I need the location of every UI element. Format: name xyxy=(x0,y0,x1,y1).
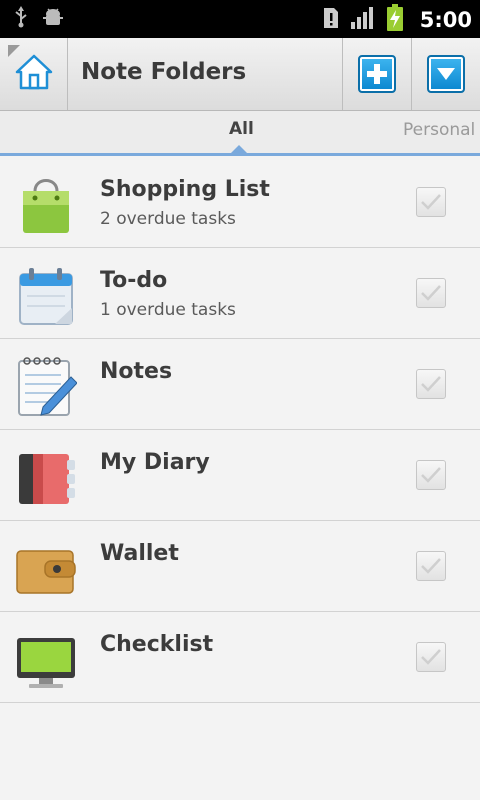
folder-name: To-do xyxy=(100,268,168,293)
shopping-bag-icon xyxy=(15,171,77,237)
check-icon xyxy=(421,649,441,665)
folder-checkbox[interactable] xyxy=(416,278,446,308)
tab-personal[interactable]: Personal xyxy=(403,120,475,140)
usb-icon xyxy=(14,6,28,32)
folder-name: Wallet xyxy=(100,541,179,566)
folder-name: My Diary xyxy=(100,450,210,475)
wallet-icon xyxy=(15,535,77,601)
list-item[interactable]: My Diary xyxy=(0,430,480,521)
folder-name: Notes xyxy=(100,359,173,384)
list-item[interactable]: Notes xyxy=(0,339,480,430)
calendar-icon xyxy=(15,262,77,328)
folder-checkbox[interactable] xyxy=(416,369,446,399)
up-indicator xyxy=(8,45,20,57)
folder-list: Shopping List 2 overdue tasks To-do 1 ov… xyxy=(0,157,480,703)
notepad-icon xyxy=(15,353,78,419)
folder-checkbox[interactable] xyxy=(416,460,446,490)
check-icon xyxy=(421,285,441,301)
tab-underline xyxy=(0,153,480,156)
list-item[interactable]: To-do 1 overdue tasks xyxy=(0,248,480,339)
folder-subtitle: 2 overdue tasks xyxy=(100,209,236,229)
monitor-icon xyxy=(15,626,77,692)
folder-name: Shopping List xyxy=(100,177,270,202)
folder-checkbox[interactable] xyxy=(416,551,446,581)
dropdown-icon xyxy=(427,55,465,93)
folder-checkbox[interactable] xyxy=(416,642,446,672)
android-debug-icon xyxy=(42,7,64,31)
clock-time: 5:00 xyxy=(419,8,472,32)
check-icon xyxy=(421,467,441,483)
status-bar: 5:00 xyxy=(0,0,480,38)
check-icon xyxy=(421,558,441,574)
list-item[interactable]: Shopping List 2 overdue tasks xyxy=(0,157,480,248)
check-icon xyxy=(421,376,441,392)
tab-selection-indicator xyxy=(231,145,247,153)
home-button[interactable] xyxy=(0,38,68,110)
alert-icon xyxy=(322,6,340,34)
folder-subtitle: 1 overdue tasks xyxy=(100,300,236,320)
tab-all[interactable]: All xyxy=(229,119,254,139)
list-item[interactable]: Checklist xyxy=(0,612,480,703)
list-item[interactable]: Wallet xyxy=(0,521,480,612)
home-icon xyxy=(14,53,54,95)
page-title: Note Folders xyxy=(81,59,247,85)
signal-icon xyxy=(350,6,376,34)
add-folder-button[interactable] xyxy=(342,38,411,110)
battery-charging-icon xyxy=(386,4,404,36)
action-bar: Note Folders xyxy=(0,38,480,111)
folder-name: Checklist xyxy=(100,632,214,657)
folder-checkbox[interactable] xyxy=(416,187,446,217)
add-icon xyxy=(358,55,396,93)
diary-icon xyxy=(15,444,77,510)
check-icon xyxy=(421,194,441,210)
dropdown-menu-button[interactable] xyxy=(411,38,480,110)
